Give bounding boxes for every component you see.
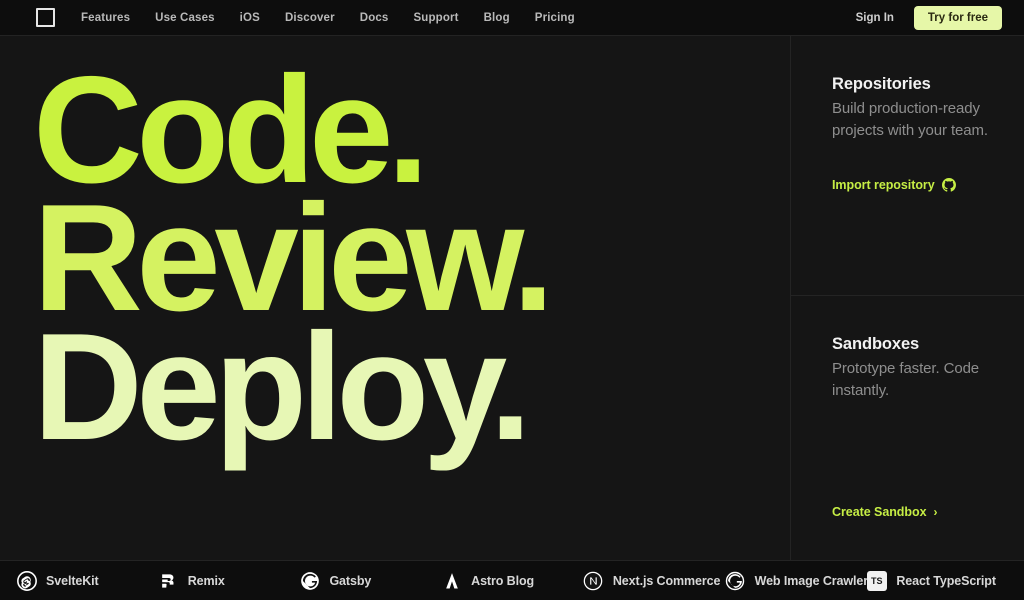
card-repositories: Repositories Build production-ready proj… — [791, 36, 1024, 296]
gatsby-icon — [725, 570, 746, 591]
nav-item-discover[interactable]: Discover — [285, 12, 335, 24]
hero-headline: Code. Review. Deploy. — [33, 54, 790, 472]
template-item-sveltekit[interactable]: SvelteKit — [16, 570, 158, 591]
nav-links-list: Features Use Cases iOS Discover Docs Sup… — [81, 12, 575, 24]
hero-section: Code. Review. Deploy. — [0, 36, 790, 560]
card-sandboxes-description: Prototype faster. Code instantly. — [832, 360, 980, 399]
sign-in-link[interactable]: Sign In — [856, 12, 894, 24]
template-item-remix[interactable]: Remix — [158, 570, 300, 591]
template-item-web-image-crawler[interactable]: Web Image Crawler — [725, 570, 868, 591]
card-sandboxes-title: Sandboxes — [832, 335, 920, 353]
sveltekit-icon — [16, 570, 37, 591]
nav-item-pricing[interactable]: Pricing — [535, 12, 575, 24]
template-item-astro-blog[interactable]: Astro Blog — [441, 570, 583, 591]
card-repositories-description: Build production-ready projects with you… — [832, 100, 988, 139]
github-icon — [941, 177, 956, 192]
gatsby-icon — [299, 570, 320, 591]
card-repositories-title: Repositories — [832, 75, 931, 93]
astro-icon — [441, 570, 462, 591]
chevron-right-icon: › — [933, 505, 938, 519]
main-content: Code. Review. Deploy. Repositories Build… — [0, 36, 1024, 560]
headline-line-deploy: Deploy. — [33, 301, 532, 472]
card-sandboxes: Sandboxes Prototype faster. Code instant… — [791, 296, 1024, 560]
nav-item-support[interactable]: Support — [413, 12, 458, 24]
top-navigation-bar: Features Use Cases iOS Discover Docs Sup… — [0, 0, 1024, 36]
template-label-sveltekit: SvelteKit — [46, 573, 99, 588]
codesandbox-logo-icon[interactable] — [36, 8, 55, 27]
nav-item-blog[interactable]: Blog — [484, 12, 510, 24]
typescript-icon: TS — [866, 570, 887, 591]
try-for-free-button[interactable]: Try for free — [913, 5, 1002, 30]
template-item-react-typescript[interactable]: TS React TypeScript — [866, 570, 1008, 591]
nav-item-use-cases[interactable]: Use Cases — [155, 12, 215, 24]
typescript-badge-text: TS — [866, 570, 887, 591]
import-repository-label: Import repository — [832, 177, 935, 192]
template-label-remix: Remix — [187, 573, 225, 588]
template-label-astro-blog: Astro Blog — [471, 573, 535, 588]
nextjs-icon — [583, 570, 604, 591]
template-label-gatsby: Gatsby — [329, 573, 372, 588]
right-sidebar: Repositories Build production-ready proj… — [790, 36, 1024, 560]
nav-actions: Sign In Try for free — [856, 5, 1002, 30]
nav-item-docs[interactable]: Docs — [360, 12, 389, 24]
page-root: Features Use Cases iOS Discover Docs Sup… — [0, 0, 1024, 600]
remix-icon — [158, 570, 179, 591]
nav-item-ios[interactable]: iOS — [240, 12, 260, 24]
create-sandbox-label: Create Sandbox — [832, 505, 927, 519]
nav-item-features[interactable]: Features — [81, 12, 130, 24]
template-label-nextjs-commerce: Next.js Commerce — [612, 573, 721, 588]
template-label-react-typescript: React TypeScript — [896, 573, 996, 588]
import-repository-link[interactable]: Import repository — [832, 142, 1024, 192]
template-item-nextjs-commerce[interactable]: Next.js Commerce — [583, 570, 725, 591]
template-label-web-image-crawler: Web Image Crawler — [754, 573, 868, 588]
template-logo-strip: SvelteKit Remix Gatsby Astro Blog Next.j… — [0, 560, 1024, 600]
template-item-gatsby[interactable]: Gatsby — [299, 570, 441, 591]
create-sandbox-link[interactable]: Create Sandbox › — [832, 505, 1024, 519]
